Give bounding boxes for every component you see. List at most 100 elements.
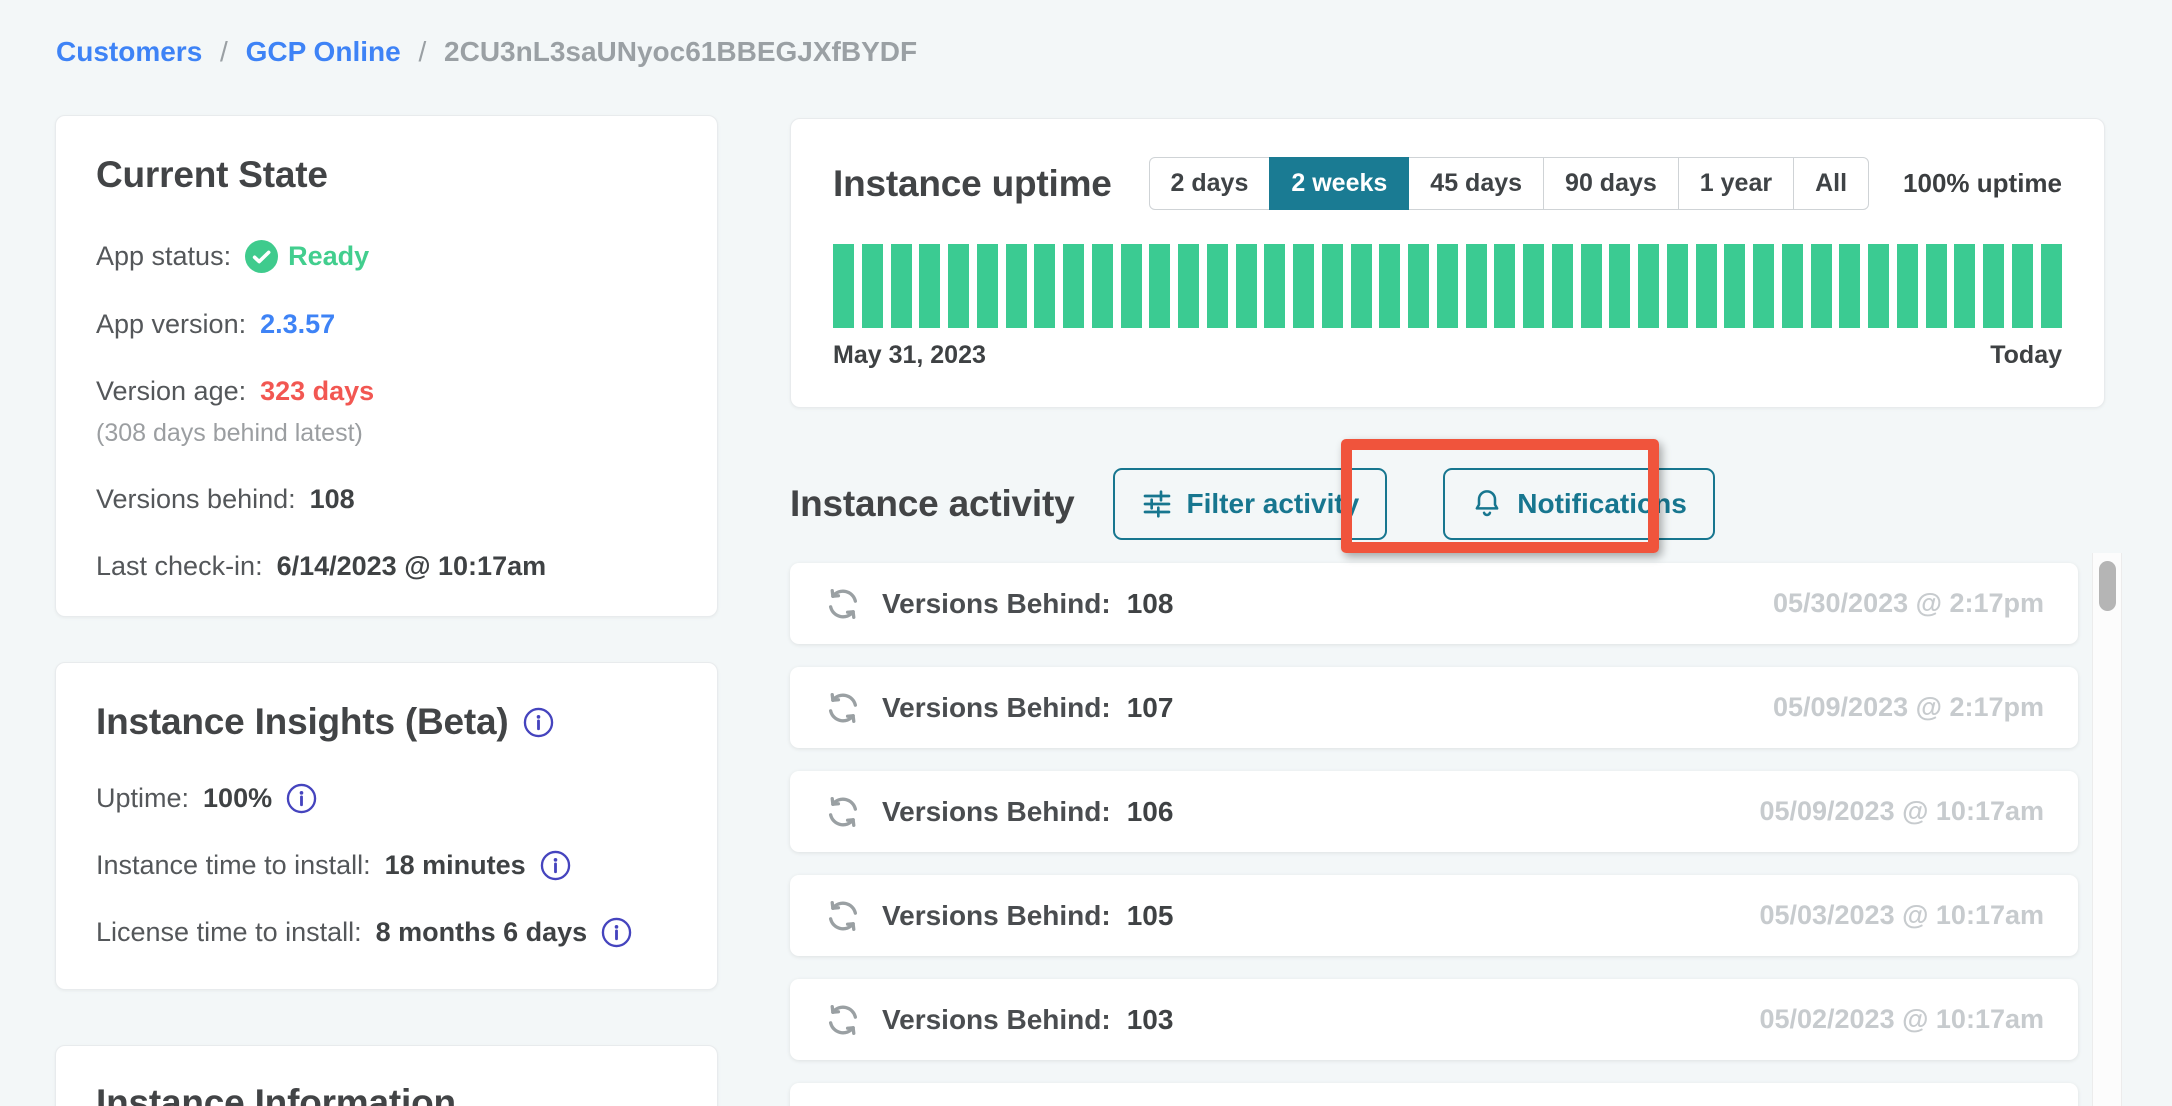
check-circle-icon xyxy=(245,240,278,273)
activity-row-timestamp: 05/30/2023 @ 2:17pm xyxy=(1773,588,2044,619)
info-icon[interactable] xyxy=(540,850,571,881)
last-checkin-value: 6/14/2023 @ 10:17am xyxy=(277,551,547,582)
uptime-bar xyxy=(1696,244,1717,328)
instance-uptime-card: Instance uptime 2 days2 weeks45 days90 d… xyxy=(790,118,2105,408)
uptime-bar xyxy=(1897,244,1918,328)
uptime-bar xyxy=(1581,244,1602,328)
current-state-title: Current State xyxy=(96,154,677,196)
uptime-bar xyxy=(2012,244,2033,328)
uptime-range-tab-90-days[interactable]: 90 days xyxy=(1543,157,1679,210)
uptime-bar xyxy=(919,244,940,328)
instance-activity-title: Instance activity xyxy=(790,483,1075,525)
app-version-row: App version: 2.3.57 xyxy=(96,309,677,340)
license-install-time-value: 8 months 6 days xyxy=(376,917,588,948)
instance-information-title: Instance Information xyxy=(96,1082,677,1106)
uptime-bar xyxy=(1926,244,1947,328)
instance-insights-title: Instance Insights (Beta) xyxy=(96,701,509,743)
last-checkin-row: Last check-in: 6/14/2023 @ 10:17am xyxy=(96,551,677,582)
uptime-bar xyxy=(1494,244,1515,328)
license-install-time-row: License time to install: 8 months 6 days xyxy=(96,917,677,948)
uptime-bar xyxy=(1811,244,1832,328)
breadcrumb-instance-id: 2CU3nL3saUNyoc61BBEGJXfBYDF xyxy=(444,36,917,67)
uptime-bar xyxy=(1983,244,2004,328)
uptime-bar xyxy=(1466,244,1487,328)
sync-icon xyxy=(824,585,862,623)
breadcrumb-separator: / xyxy=(220,36,228,67)
sync-icon xyxy=(824,689,862,727)
activity-row-label: Versions Behind: xyxy=(882,796,1111,828)
notifications-button[interactable]: Notifications xyxy=(1443,468,1715,540)
sliders-icon xyxy=(1141,488,1173,520)
uptime-bar xyxy=(1034,244,1055,328)
info-icon[interactable] xyxy=(286,783,317,814)
uptime-bar xyxy=(977,244,998,328)
uptime-bar xyxy=(1667,244,1688,328)
uptime-bar xyxy=(1121,244,1142,328)
activity-row-timestamp: 05/02/2023 @ 10:17am xyxy=(1759,1004,2044,1035)
sync-icon xyxy=(824,793,862,831)
uptime-bar xyxy=(1609,244,1630,328)
uptime-bar xyxy=(1178,244,1199,328)
info-icon[interactable] xyxy=(523,707,554,738)
last-checkin-label: Last check-in: xyxy=(96,551,263,582)
version-age-row: Version age: 323 days xyxy=(96,376,677,407)
uptime-bar xyxy=(1149,244,1170,328)
filter-activity-button[interactable]: Filter activity xyxy=(1113,468,1388,540)
breadcrumb-separator: / xyxy=(418,36,426,67)
uptime-range-tab-45-days[interactable]: 45 days xyxy=(1408,157,1544,210)
uptime-bar xyxy=(1638,244,1659,328)
uptime-range-tabs: 2 days2 weeks45 days90 days1 yearAll xyxy=(1149,157,1870,210)
uptime-range-tab-all[interactable]: All xyxy=(1793,157,1869,210)
instance-activity-header: Instance activity Filter activity Notifi… xyxy=(790,468,2105,540)
info-icon[interactable] xyxy=(601,917,632,948)
uptime-bar xyxy=(1236,244,1257,328)
uptime-bar xyxy=(948,244,969,328)
instance-install-time-row: Instance time to install: 18 minutes xyxy=(96,850,677,881)
uptime-bar xyxy=(1063,244,1084,328)
uptime-bar xyxy=(891,244,912,328)
uptime-start-date: May 31, 2023 xyxy=(833,341,986,370)
uptime-bar xyxy=(1006,244,1027,328)
uptime-bar xyxy=(2041,244,2062,328)
version-age-note: (308 days behind latest) xyxy=(96,419,677,448)
uptime-range-tab-1-year[interactable]: 1 year xyxy=(1678,157,1794,210)
activity-scrollbar-track[interactable] xyxy=(2092,553,2122,1106)
uptime-bar xyxy=(1322,244,1343,328)
instance-install-time-value: 18 minutes xyxy=(385,850,526,881)
uptime-bar-chart xyxy=(833,244,2062,328)
uptime-label: Uptime: xyxy=(96,783,189,814)
uptime-bar xyxy=(1753,244,1774,328)
app-status-label: App status: xyxy=(96,241,231,272)
uptime-bar xyxy=(1379,244,1400,328)
uptime-range-tab-2-weeks[interactable]: 2 weeks xyxy=(1269,157,1409,210)
activity-row-value: 106 xyxy=(1127,796,1174,828)
activity-row-label: Versions Behind: xyxy=(882,692,1111,724)
versions-behind-label: Versions behind: xyxy=(96,484,296,515)
uptime-range-tab-2-days[interactable]: 2 days xyxy=(1149,157,1271,210)
uptime-bar xyxy=(1954,244,1975,328)
bell-icon xyxy=(1471,488,1503,520)
uptime-bar xyxy=(1868,244,1889,328)
activity-row-timestamp: 05/09/2023 @ 10:17am xyxy=(1759,796,2044,827)
notifications-label: Notifications xyxy=(1517,488,1687,520)
breadcrumb: Customers / GCP Online / 2CU3nL3saUNyoc6… xyxy=(56,36,917,68)
uptime-value: 100% xyxy=(203,783,272,814)
uptime-bar xyxy=(1782,244,1803,328)
uptime-percentage-text: 100% uptime xyxy=(1903,168,2062,199)
version-age-value: 323 days xyxy=(260,376,374,407)
uptime-bar xyxy=(1408,244,1429,328)
activity-row-label: Versions Behind: xyxy=(882,900,1111,932)
app-status-row: App status: Ready xyxy=(96,240,677,273)
versions-behind-value: 108 xyxy=(310,484,355,515)
instance-insights-card: Instance Insights (Beta) Uptime: 100% In… xyxy=(55,662,718,990)
instance-uptime-title: Instance uptime xyxy=(833,163,1112,205)
breadcrumb-gcp-online-link[interactable]: GCP Online xyxy=(246,36,401,67)
instance-install-time-label: Instance time to install: xyxy=(96,850,371,881)
app-version-value: 2.3.57 xyxy=(260,309,335,340)
breadcrumb-customers-link[interactable]: Customers xyxy=(56,36,202,67)
uptime-row: Uptime: 100% xyxy=(96,783,677,814)
activity-row-timestamp: 05/03/2023 @ 10:17am xyxy=(1759,900,2044,931)
uptime-bar xyxy=(1207,244,1228,328)
activity-scrollbar-thumb[interactable] xyxy=(2099,561,2116,611)
app-version-label: App version: xyxy=(96,309,246,340)
